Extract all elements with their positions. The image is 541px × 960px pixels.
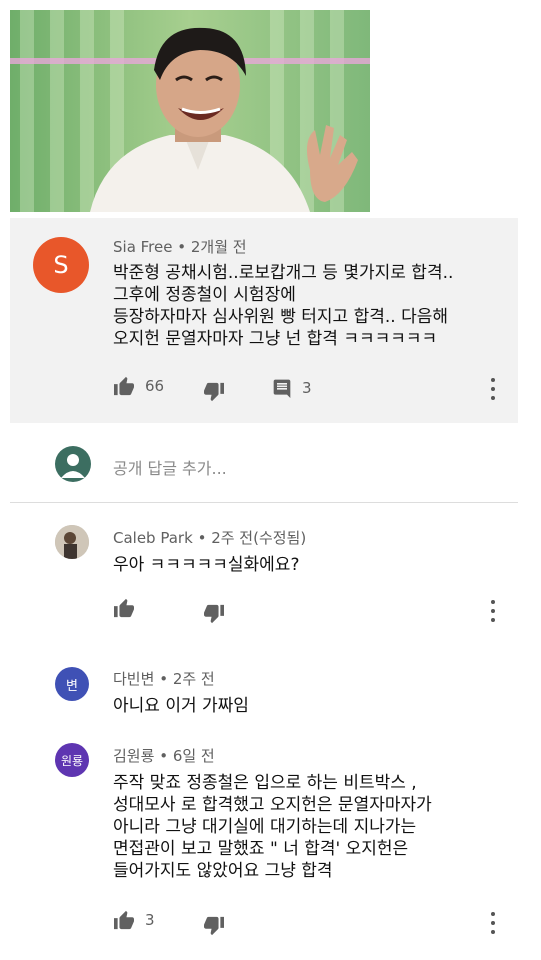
comment-text: 박준형 공채시험..로보캅개그 등 몇가지로 합격.. 그후에 정종철이 시험장… xyxy=(113,263,454,349)
more-vertical-icon[interactable] xyxy=(489,378,497,400)
avatar-letter: S xyxy=(53,251,69,279)
more-vertical-icon[interactable] xyxy=(489,600,497,622)
avatar[interactable]: 변 xyxy=(55,667,89,701)
dislike-button[interactable] xyxy=(203,604,225,624)
meta-separator: • xyxy=(159,670,173,688)
avatar[interactable] xyxy=(55,525,89,559)
comment-author[interactable]: Caleb Park xyxy=(113,529,193,547)
avatar-letter: 변 xyxy=(66,678,78,694)
comment-text: 아니요 이거 가짜임 xyxy=(113,696,249,716)
thumbs-down-icon xyxy=(203,916,225,936)
comment-meta: 다빈변 • 2주 전 xyxy=(113,668,215,689)
comment-time[interactable]: 2개월 전 xyxy=(191,238,247,256)
account-icon xyxy=(55,446,91,482)
more-vertical-icon[interactable] xyxy=(489,912,497,934)
avatar-letter: 원룡 xyxy=(60,753,84,768)
thumbs-up-icon xyxy=(113,910,135,930)
like-button[interactable] xyxy=(113,598,135,618)
meta-separator: • xyxy=(159,747,173,765)
video-thumbnail[interactable] xyxy=(10,10,370,212)
avatar[interactable]: 원룡 xyxy=(55,743,89,777)
reply-input[interactable]: 공개 답글 추가... xyxy=(113,455,227,479)
comment-author[interactable]: 다빈변 xyxy=(113,670,154,688)
reply-count: 3 xyxy=(302,379,312,397)
dislike-button[interactable] xyxy=(203,916,225,936)
thumbs-down-icon xyxy=(203,604,225,624)
comment-meta: Sia Free • 2개월 전 xyxy=(113,236,247,257)
meta-separator: • xyxy=(177,238,191,256)
divider xyxy=(10,502,518,503)
comment-icon xyxy=(272,378,292,398)
comment-author[interactable]: Sia Free xyxy=(113,238,172,256)
reply-button[interactable]: 3 xyxy=(272,378,312,398)
comment-text: 우아 ㅋㅋㅋㅋㅋ실화에요? xyxy=(113,555,300,575)
comment-time[interactable]: 2주 전(수정됨) xyxy=(211,529,306,547)
meta-separator: • xyxy=(197,529,212,547)
comment-author[interactable]: 김원룡 xyxy=(113,747,154,765)
dislike-button[interactable] xyxy=(203,382,225,402)
avatar[interactable]: S xyxy=(33,237,89,293)
comment-meta: 김원룡 • 6일 전 xyxy=(113,745,215,766)
like-button[interactable]: 66 xyxy=(113,376,164,396)
like-count: 3 xyxy=(145,911,155,929)
comment-meta: Caleb Park • 2주 전(수정됨) xyxy=(113,527,306,548)
like-button[interactable]: 3 xyxy=(113,910,155,930)
comment-time[interactable]: 2주 전 xyxy=(173,670,215,688)
comment-time[interactable]: 6일 전 xyxy=(173,747,215,765)
comment-text: 주작 맞죠 정종철은 입으로 하는 비트박스 , 성대모사 로 합격했고 오지헌… xyxy=(113,773,432,881)
thumbs-up-icon xyxy=(113,598,135,618)
thumbs-down-icon xyxy=(203,382,225,402)
thumbs-up-icon xyxy=(113,376,135,396)
like-count: 66 xyxy=(145,377,165,395)
